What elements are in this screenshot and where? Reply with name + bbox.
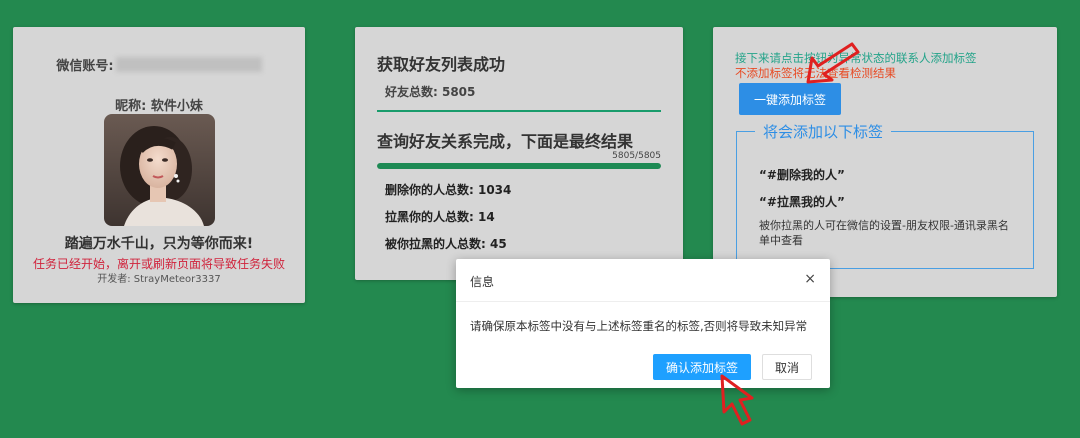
stat-blocked-you: 拉黑你的人总数: 14 — [385, 210, 495, 224]
wechat-account-label: 微信账号: — [56, 59, 114, 74]
progress-count: 5805/5805 — [612, 151, 661, 161]
tag-deleted-me: “#删除我的人” — [759, 168, 845, 182]
dialog-message: 请确保原本标签中没有与上述标签重名的标签,否则将导致未知异常 — [470, 319, 808, 333]
result-card: 获取好友列表成功 好友总数: 5805 查询好友关系完成，下面是最终结果 580… — [355, 27, 683, 280]
dialog-title: 信息 — [470, 275, 495, 289]
fetch-success-title: 获取好友列表成功 — [377, 55, 506, 74]
dialog-divider — [456, 301, 830, 302]
blacklist-description: 被你拉黑的人可在微信的设置-朋友权限-通讯录黑名单中查看 — [759, 219, 1009, 247]
annotation-cursor-icon — [720, 374, 754, 426]
wechat-account-value-blurred — [115, 57, 262, 72]
stat-deleted-you: 删除你的人总数: 1034 — [385, 183, 512, 197]
wechat-account-row: 微信账号: — [13, 55, 305, 74]
tag-blocked-me: “#拉黑我的人” — [759, 195, 845, 209]
query-complete-title: 查询好友关系完成，下面是最终结果 — [377, 132, 634, 151]
progress-bar — [377, 163, 661, 169]
nickname: 昵称: 软件小妹 — [115, 99, 203, 114]
developer-credit: 开发者: StrayMeteor3337 — [97, 274, 221, 285]
stat-you-blocked: 被你拉黑的人总数: 45 — [385, 237, 507, 251]
avatar — [104, 114, 215, 226]
tags-legend: 将会添加以下标签 — [755, 121, 892, 142]
tag-card: 接下来请点击按钮为异常状态的联系人添加标签 不添加标签将无法查看检测结果 一键添… — [713, 27, 1057, 297]
cancel-button[interactable]: 取消 — [762, 354, 812, 380]
info-dialog: 信息 × 请确保原本标签中没有与上述标签重名的标签,否则将导致未知异常 确认添加… — [456, 259, 830, 388]
profile-card: 微信账号: 昵称: 软件小妹 踏遍万水千山，只为等你而来! 任务已经开始，离开或… — [13, 27, 305, 303]
annotation-arrow-icon — [806, 42, 860, 84]
close-icon[interactable]: × — [804, 271, 816, 287]
section-divider — [377, 110, 661, 112]
slogan: 踏遍万水千山，只为等你而来! — [64, 236, 254, 252]
progress-bar-fill — [377, 163, 661, 169]
total-friends: 好友总数: 5805 — [385, 85, 476, 99]
tags-fieldset: 将会添加以下标签 “#删除我的人” “#拉黑我的人” 被你拉黑的人可在微信的设置… — [736, 121, 1034, 269]
